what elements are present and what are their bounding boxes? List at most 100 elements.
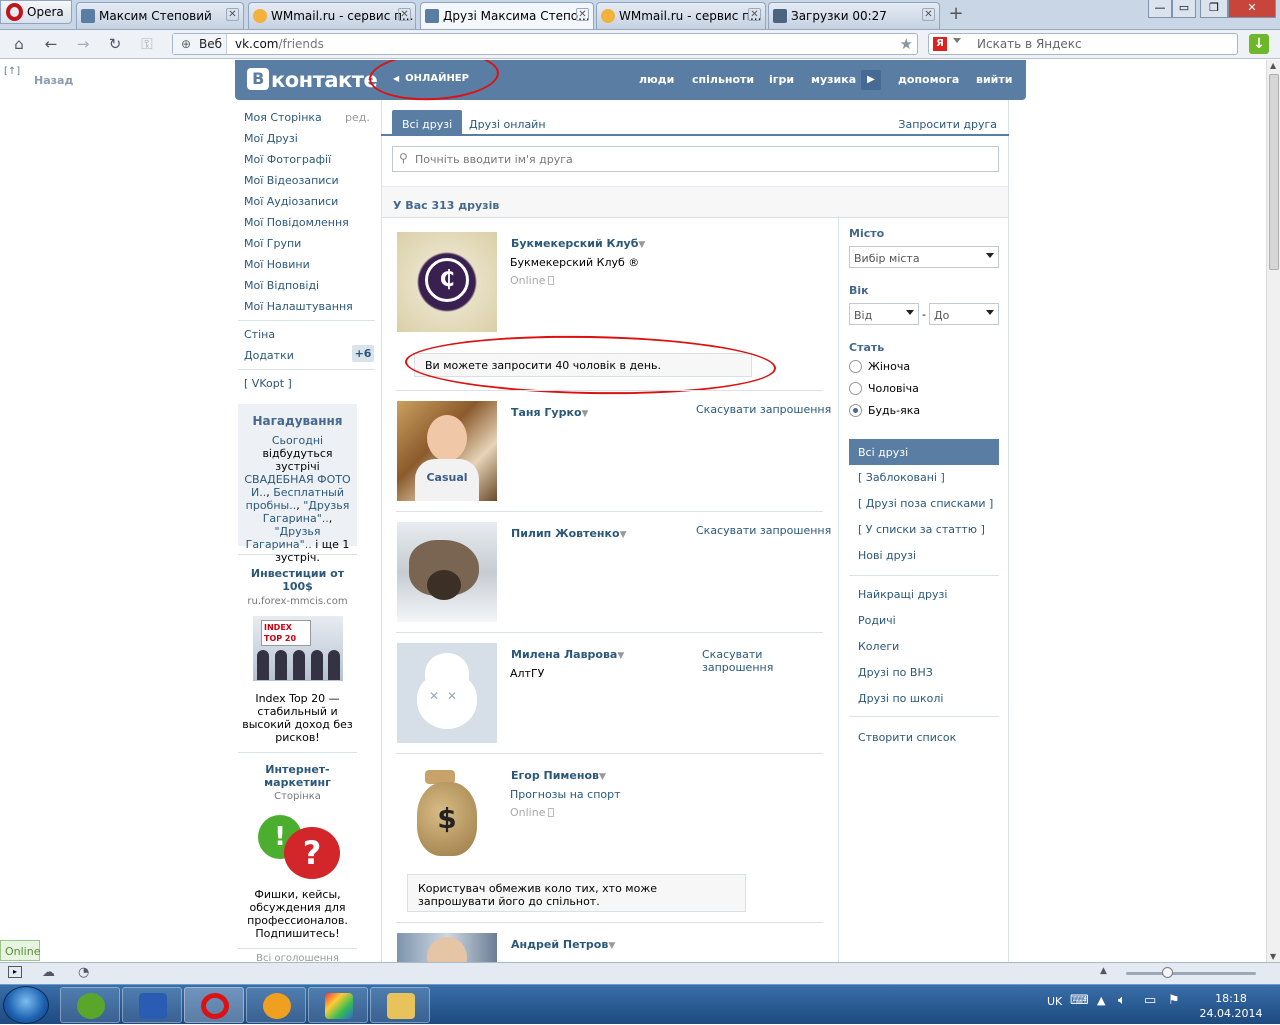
- list-colleagues[interactable]: Колеги: [858, 640, 899, 653]
- age-from-select[interactable]: Від: [849, 303, 919, 325]
- play-icon[interactable]: ▶: [861, 70, 881, 90]
- cancel-request-link[interactable]: Скасувати запрошення: [696, 524, 831, 537]
- forward-icon[interactable]: →: [74, 36, 92, 52]
- ad-text[interactable]: Index Top 20 — стабильный и высокий дохо…: [240, 692, 355, 744]
- ad-image[interactable]: INDEX TOP 20: [253, 616, 343, 681]
- cancel-request-link[interactable]: Скасувати запрошення: [696, 403, 831, 416]
- menu-my-audio[interactable]: Мої Аудіозаписи: [244, 195, 338, 208]
- list-unlisted[interactable]: [ Друзі поза списками ]: [858, 497, 993, 510]
- friend-avatar[interactable]: [397, 933, 497, 962]
- friend-name[interactable]: Милена Лаврова▼: [511, 648, 624, 661]
- key-icon[interactable]: ⚿: [138, 36, 156, 52]
- menu-my-page[interactable]: Моя Сторінка: [244, 111, 322, 124]
- language-indicator[interactable]: UK: [1047, 995, 1062, 1008]
- close-tab-icon[interactable]: ✕: [748, 8, 761, 21]
- close-tab-icon[interactable]: ✕: [922, 8, 935, 21]
- apps-count-badge[interactable]: +6: [352, 345, 374, 362]
- menu-my-news[interactable]: Мої Новини: [244, 258, 310, 271]
- sex-any-label[interactable]: Будь-яка: [868, 404, 920, 417]
- friend-avatar[interactable]: ✕✕: [397, 643, 497, 743]
- chevron-down-icon[interactable]: ▼: [582, 409, 589, 419]
- friend-subtitle[interactable]: Прогнозы на спорт: [510, 788, 621, 801]
- nav-music[interactable]: музика: [811, 73, 856, 86]
- menu-my-settings[interactable]: Мої Налаштування: [244, 300, 353, 313]
- tab-all-friends[interactable]: Всі друзі: [392, 110, 463, 134]
- chevron-down-icon[interactable]: ▼: [638, 240, 645, 250]
- keyboard-icon[interactable]: ⌨: [1070, 993, 1089, 1008]
- friend-avatar[interactable]: $: [397, 764, 497, 864]
- list-school[interactable]: Друзі по школі: [858, 692, 943, 705]
- invite-friend-link[interactable]: Запросити друга: [888, 110, 1007, 134]
- sex-female-label[interactable]: Жіноча: [868, 360, 910, 373]
- close-window-icon[interactable]: ✕: [1228, 0, 1276, 18]
- search-field[interactable]: Я Искать в Яндекс: [928, 33, 1238, 55]
- nav-communities[interactable]: спільноти: [692, 73, 754, 86]
- friend-name[interactable]: Андрей Петров▼: [511, 938, 615, 951]
- taskbar-explorer[interactable]: [370, 987, 430, 1023]
- back-icon[interactable]: ←: [42, 36, 60, 52]
- nav-people[interactable]: люди: [639, 73, 674, 86]
- browser-tab[interactable]: WMmail.ru - сервис п... ✕: [248, 2, 416, 29]
- download-arrow-icon[interactable]: ↓: [1249, 34, 1269, 54]
- list-relatives[interactable]: Родичі: [858, 614, 896, 627]
- new-tab-icon[interactable]: +: [946, 4, 966, 24]
- chevron-down-icon[interactable]: ▼: [608, 941, 615, 951]
- close-tab-icon[interactable]: ✕: [576, 8, 589, 21]
- list-all-friends[interactable]: Всі друзі: [849, 439, 999, 465]
- list-blocked[interactable]: [ Заблоковані ]: [858, 471, 945, 484]
- friend-search-input[interactable]: ⚲ Почніть вводити ім'я друга: [392, 146, 999, 172]
- zoom-slider[interactable]: [1126, 972, 1256, 975]
- sex-male-label[interactable]: Чоловіча: [868, 382, 919, 395]
- close-tab-icon[interactable]: ✕: [398, 8, 411, 21]
- list-university[interactable]: Друзі по ВНЗ: [858, 666, 933, 679]
- menu-my-videos[interactable]: Мої Відеозаписи: [244, 174, 339, 187]
- all-ads-link[interactable]: Всі оголошення: [240, 952, 355, 962]
- city-select[interactable]: Вибір міста: [849, 246, 999, 268]
- window-list-icon[interactable]: ▭: [1172, 0, 1196, 18]
- menu-my-groups[interactable]: Мої Групи: [244, 237, 301, 250]
- back-arrow-icon[interactable]: [↑]: [4, 66, 20, 77]
- taskbar-opera[interactable]: [184, 987, 244, 1023]
- menu-apps[interactable]: Додатки: [244, 349, 294, 362]
- list-best-friends[interactable]: Найкращі друзі: [858, 588, 947, 601]
- scrollbar-thumb[interactable]: [1269, 74, 1279, 270]
- menu-vkopt[interactable]: [ VKopt ]: [244, 377, 292, 390]
- browser-tab[interactable]: Максим Степовий ✕: [76, 2, 244, 29]
- page-scrollbar[interactable]: ▲ ▼: [1266, 60, 1280, 962]
- menu-my-answers[interactable]: Мої Відповіді: [244, 279, 319, 292]
- chevron-down-icon[interactable]: ▼: [620, 530, 627, 540]
- address-bar[interactable]: ⊕ Веб vk.com/friends ★: [172, 33, 918, 55]
- age-to-select[interactable]: До: [929, 303, 999, 325]
- minimize-icon[interactable]: —: [1148, 0, 1172, 18]
- web-badge[interactable]: ⊕ Веб: [173, 34, 227, 54]
- menu-edit-link[interactable]: ред.: [345, 111, 370, 124]
- tab-friends-online[interactable]: Друзі онлайн: [459, 110, 556, 134]
- browser-tab[interactable]: Загрузки 00:27 ✕: [768, 2, 940, 29]
- windows-start-icon[interactable]: [3, 986, 49, 1024]
- friend-avatar[interactable]: ₵: [397, 232, 497, 332]
- taskbar-word[interactable]: [122, 987, 182, 1023]
- speed-dial-icon[interactable]: ◔: [78, 965, 89, 980]
- nav-games[interactable]: ігри: [769, 73, 794, 86]
- zoom-icon[interactable]: ▲: [1100, 966, 1107, 976]
- friend-avatar[interactable]: [397, 522, 497, 622]
- panel-toggle-icon[interactable]: ▸: [8, 966, 22, 978]
- home-icon[interactable]: ⌂: [10, 36, 28, 52]
- friend-name[interactable]: Букмекерский Клуб▼: [511, 237, 645, 250]
- friend-avatar[interactable]: Casual: [397, 401, 497, 501]
- taskbar-clock[interactable]: 18:18 24.04.2014: [1196, 991, 1266, 1021]
- sex-female-radio[interactable]: [849, 360, 862, 373]
- nav-logout[interactable]: вийти: [976, 73, 1012, 86]
- taskbar-aimp[interactable]: [246, 987, 306, 1023]
- cancel-request-link[interactable]: Скасувати запрошення: [702, 648, 773, 674]
- action-center-icon[interactable]: ⚑: [1168, 993, 1180, 1008]
- ad-title[interactable]: Интернет-маркетинг: [250, 763, 345, 789]
- reminder-event-link[interactable]: "Друзья Гагарина"..: [246, 525, 321, 551]
- menu-my-friends[interactable]: Мої Друзі: [244, 132, 298, 145]
- menu-wall[interactable]: Стіна: [244, 328, 275, 341]
- opera-menu-button[interactable]: Opera: [0, 0, 72, 24]
- close-tab-icon[interactable]: ✕: [226, 8, 239, 21]
- friend-name[interactable]: Егор Пименов▼: [511, 769, 606, 782]
- ad-text[interactable]: Фишки, кейсы, обсуждения для профессиона…: [240, 888, 355, 940]
- scroll-up-icon[interactable]: ▲: [1270, 61, 1276, 70]
